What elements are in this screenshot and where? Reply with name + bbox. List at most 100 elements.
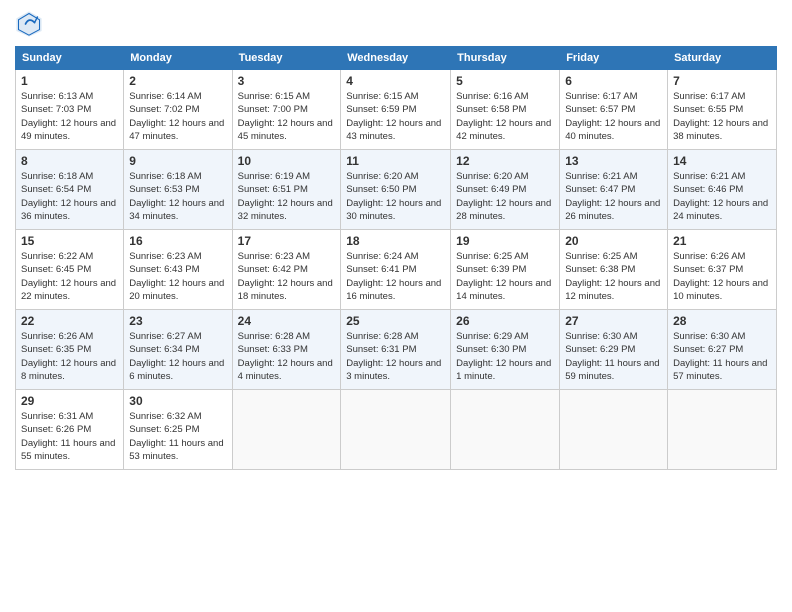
day-number: 19 [456, 234, 554, 248]
calendar-cell: 7 Sunrise: 6:17 AMSunset: 6:55 PMDayligh… [668, 70, 777, 150]
calendar-cell: 18 Sunrise: 6:24 AMSunset: 6:41 PMDaylig… [341, 230, 451, 310]
day-content: Sunrise: 6:17 AMSunset: 6:57 PMDaylight:… [565, 90, 662, 143]
calendar-cell: 22 Sunrise: 6:26 AMSunset: 6:35 PMDaylig… [16, 310, 124, 390]
day-number: 15 [21, 234, 118, 248]
calendar-week-row: 8 Sunrise: 6:18 AMSunset: 6:54 PMDayligh… [16, 150, 777, 230]
calendar-cell: 25 Sunrise: 6:28 AMSunset: 6:31 PMDaylig… [341, 310, 451, 390]
calendar-cell: 21 Sunrise: 6:26 AMSunset: 6:37 PMDaylig… [668, 230, 777, 310]
day-number: 7 [673, 74, 771, 88]
calendar-cell: 13 Sunrise: 6:21 AMSunset: 6:47 PMDaylig… [560, 150, 668, 230]
day-number: 1 [21, 74, 118, 88]
calendar-cell: 9 Sunrise: 6:18 AMSunset: 6:53 PMDayligh… [124, 150, 232, 230]
day-number: 9 [129, 154, 226, 168]
calendar-cell: 15 Sunrise: 6:22 AMSunset: 6:45 PMDaylig… [16, 230, 124, 310]
day-content: Sunrise: 6:23 AMSunset: 6:43 PMDaylight:… [129, 250, 226, 303]
calendar-cell: 23 Sunrise: 6:27 AMSunset: 6:34 PMDaylig… [124, 310, 232, 390]
day-number: 10 [238, 154, 336, 168]
day-number: 18 [346, 234, 445, 248]
calendar-week-row: 29 Sunrise: 6:31 AMSunset: 6:26 PMDaylig… [16, 390, 777, 470]
calendar-cell: 3 Sunrise: 6:15 AMSunset: 7:00 PMDayligh… [232, 70, 341, 150]
logo [15, 10, 47, 38]
day-content: Sunrise: 6:28 AMSunset: 6:31 PMDaylight:… [346, 330, 445, 383]
day-number: 2 [129, 74, 226, 88]
calendar-header-row: SundayMondayTuesdayWednesdayThursdayFrid… [16, 47, 777, 70]
day-content: Sunrise: 6:18 AMSunset: 6:53 PMDaylight:… [129, 170, 226, 223]
day-number: 14 [673, 154, 771, 168]
day-number: 30 [129, 394, 226, 408]
day-number: 25 [346, 314, 445, 328]
day-number: 5 [456, 74, 554, 88]
calendar-cell [668, 390, 777, 470]
day-number: 13 [565, 154, 662, 168]
day-number: 8 [21, 154, 118, 168]
day-content: Sunrise: 6:21 AMSunset: 6:47 PMDaylight:… [565, 170, 662, 223]
day-content: Sunrise: 6:27 AMSunset: 6:34 PMDaylight:… [129, 330, 226, 383]
calendar-day-header: Monday [124, 47, 232, 70]
day-content: Sunrise: 6:22 AMSunset: 6:45 PMDaylight:… [21, 250, 118, 303]
logo-icon [15, 10, 43, 38]
day-content: Sunrise: 6:23 AMSunset: 6:42 PMDaylight:… [238, 250, 336, 303]
calendar-cell: 1 Sunrise: 6:13 AMSunset: 7:03 PMDayligh… [16, 70, 124, 150]
calendar-cell: 17 Sunrise: 6:23 AMSunset: 6:42 PMDaylig… [232, 230, 341, 310]
day-number: 16 [129, 234, 226, 248]
calendar-day-header: Thursday [451, 47, 560, 70]
calendar-day-header: Saturday [668, 47, 777, 70]
day-number: 12 [456, 154, 554, 168]
day-number: 17 [238, 234, 336, 248]
day-content: Sunrise: 6:26 AMSunset: 6:37 PMDaylight:… [673, 250, 771, 303]
day-content: Sunrise: 6:29 AMSunset: 6:30 PMDaylight:… [456, 330, 554, 383]
day-content: Sunrise: 6:28 AMSunset: 6:33 PMDaylight:… [238, 330, 336, 383]
day-number: 6 [565, 74, 662, 88]
day-content: Sunrise: 6:14 AMSunset: 7:02 PMDaylight:… [129, 90, 226, 143]
day-number: 26 [456, 314, 554, 328]
calendar-cell: 11 Sunrise: 6:20 AMSunset: 6:50 PMDaylig… [341, 150, 451, 230]
calendar-cell: 28 Sunrise: 6:30 AMSunset: 6:27 PMDaylig… [668, 310, 777, 390]
calendar-cell: 12 Sunrise: 6:20 AMSunset: 6:49 PMDaylig… [451, 150, 560, 230]
day-content: Sunrise: 6:17 AMSunset: 6:55 PMDaylight:… [673, 90, 771, 143]
day-number: 28 [673, 314, 771, 328]
day-content: Sunrise: 6:30 AMSunset: 6:27 PMDaylight:… [673, 330, 771, 383]
day-number: 20 [565, 234, 662, 248]
day-content: Sunrise: 6:32 AMSunset: 6:25 PMDaylight:… [129, 410, 226, 463]
page: SundayMondayTuesdayWednesdayThursdayFrid… [0, 0, 792, 612]
day-content: Sunrise: 6:24 AMSunset: 6:41 PMDaylight:… [346, 250, 445, 303]
calendar-week-row: 15 Sunrise: 6:22 AMSunset: 6:45 PMDaylig… [16, 230, 777, 310]
calendar-cell: 24 Sunrise: 6:28 AMSunset: 6:33 PMDaylig… [232, 310, 341, 390]
day-content: Sunrise: 6:18 AMSunset: 6:54 PMDaylight:… [21, 170, 118, 223]
day-content: Sunrise: 6:19 AMSunset: 6:51 PMDaylight:… [238, 170, 336, 223]
day-number: 29 [21, 394, 118, 408]
calendar-cell: 10 Sunrise: 6:19 AMSunset: 6:51 PMDaylig… [232, 150, 341, 230]
calendar-cell: 4 Sunrise: 6:15 AMSunset: 6:59 PMDayligh… [341, 70, 451, 150]
calendar-cell [341, 390, 451, 470]
calendar-cell: 26 Sunrise: 6:29 AMSunset: 6:30 PMDaylig… [451, 310, 560, 390]
calendar-cell: 20 Sunrise: 6:25 AMSunset: 6:38 PMDaylig… [560, 230, 668, 310]
calendar-cell: 2 Sunrise: 6:14 AMSunset: 7:02 PMDayligh… [124, 70, 232, 150]
header [15, 10, 777, 38]
day-content: Sunrise: 6:25 AMSunset: 6:39 PMDaylight:… [456, 250, 554, 303]
calendar-cell: 14 Sunrise: 6:21 AMSunset: 6:46 PMDaylig… [668, 150, 777, 230]
day-content: Sunrise: 6:31 AMSunset: 6:26 PMDaylight:… [21, 410, 118, 463]
day-number: 27 [565, 314, 662, 328]
day-number: 23 [129, 314, 226, 328]
calendar-cell: 8 Sunrise: 6:18 AMSunset: 6:54 PMDayligh… [16, 150, 124, 230]
calendar-week-row: 22 Sunrise: 6:26 AMSunset: 6:35 PMDaylig… [16, 310, 777, 390]
day-content: Sunrise: 6:16 AMSunset: 6:58 PMDaylight:… [456, 90, 554, 143]
day-number: 3 [238, 74, 336, 88]
calendar-day-header: Sunday [16, 47, 124, 70]
calendar-week-row: 1 Sunrise: 6:13 AMSunset: 7:03 PMDayligh… [16, 70, 777, 150]
calendar-cell: 30 Sunrise: 6:32 AMSunset: 6:25 PMDaylig… [124, 390, 232, 470]
calendar-cell: 16 Sunrise: 6:23 AMSunset: 6:43 PMDaylig… [124, 230, 232, 310]
day-number: 4 [346, 74, 445, 88]
day-number: 22 [21, 314, 118, 328]
calendar-day-header: Tuesday [232, 47, 341, 70]
day-content: Sunrise: 6:30 AMSunset: 6:29 PMDaylight:… [565, 330, 662, 383]
day-number: 24 [238, 314, 336, 328]
day-content: Sunrise: 6:26 AMSunset: 6:35 PMDaylight:… [21, 330, 118, 383]
calendar-cell: 27 Sunrise: 6:30 AMSunset: 6:29 PMDaylig… [560, 310, 668, 390]
calendar-cell: 29 Sunrise: 6:31 AMSunset: 6:26 PMDaylig… [16, 390, 124, 470]
calendar-cell [232, 390, 341, 470]
calendar-cell [451, 390, 560, 470]
calendar-table: SundayMondayTuesdayWednesdayThursdayFrid… [15, 46, 777, 470]
day-content: Sunrise: 6:20 AMSunset: 6:50 PMDaylight:… [346, 170, 445, 223]
day-content: Sunrise: 6:21 AMSunset: 6:46 PMDaylight:… [673, 170, 771, 223]
